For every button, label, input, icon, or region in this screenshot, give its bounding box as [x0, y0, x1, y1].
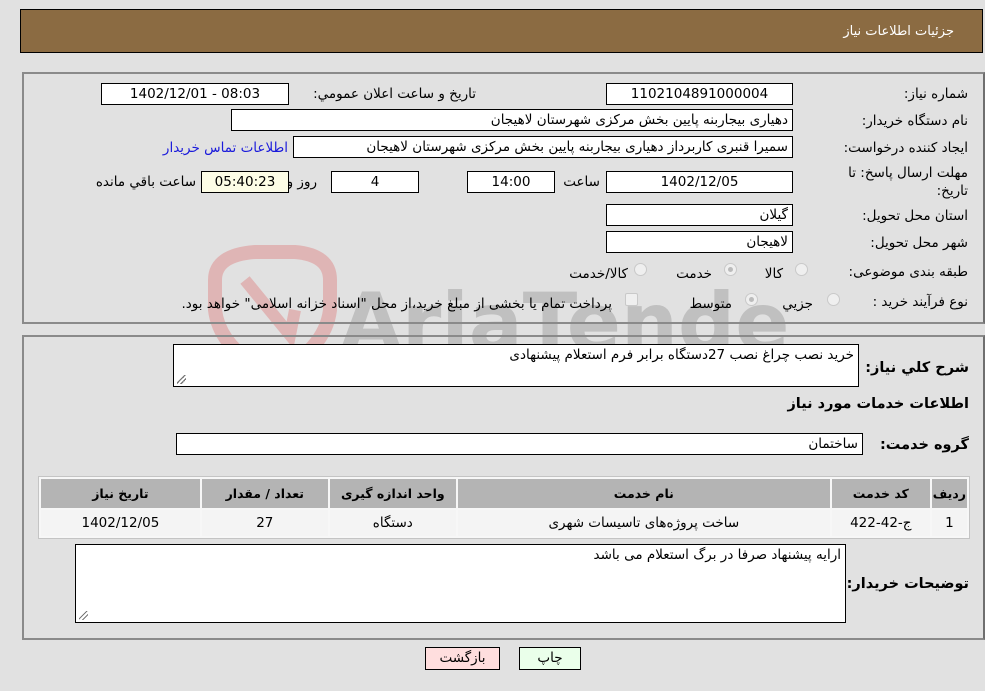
- days-remaining-field[interactable]: 4: [331, 171, 419, 193]
- province-label: استان محل تحویل:: [862, 208, 968, 224]
- purchase-option-minor: جزیي: [782, 296, 813, 312]
- buyer-org-field[interactable]: دهیاری بیجاربنه پایین بخش مرکزی شهرستان …: [231, 109, 793, 131]
- cell-quantity: 27: [201, 510, 328, 536]
- cell-unit: دستگاه: [329, 510, 456, 536]
- purchase-radio-medium[interactable]: [745, 293, 758, 306]
- deadline-date-field[interactable]: 1402/12/05: [606, 171, 793, 193]
- time-remaining-field: 05:40:23: [201, 171, 289, 193]
- service-group-label: گروه خدمت:: [879, 437, 969, 453]
- col-service-code: کد خدمت: [831, 479, 930, 508]
- time-remaining-label: ساعت باقي مانده: [95, 174, 196, 190]
- purchase-option-medium: متوسط: [689, 296, 732, 312]
- requester-label: ایجاد کننده درخواست:: [843, 140, 968, 156]
- category-label: طبقه بندی موضوعی:: [848, 264, 968, 280]
- days-label: روز و: [286, 174, 317, 190]
- back-button[interactable]: بازگشت: [425, 647, 500, 670]
- category-radio-goods-service[interactable]: [634, 263, 647, 276]
- category-option-goods: کالا: [764, 266, 783, 282]
- announce-datetime-field[interactable]: 1402/12/01 - 08:03: [101, 83, 289, 105]
- province-field[interactable]: گیلان: [606, 204, 793, 226]
- category-radio-goods[interactable]: [795, 263, 808, 276]
- need-number-field[interactable]: 1102104891000004: [606, 83, 793, 105]
- col-quantity: تعداد / مقدار: [201, 479, 328, 508]
- deadline-label: مهلت ارسال پاسخ: تا تاریخ:: [848, 165, 968, 199]
- table-row: 1 ج-42-422 ساخت پروژه‌های تاسیسات شهری د…: [41, 510, 967, 536]
- buyer-notes-textarea[interactable]: ارایه پیشنهاد صرفا در برگ استعلام می باش…: [75, 544, 846, 623]
- deadline-time-field[interactable]: 14:00: [467, 171, 555, 193]
- summary-label: شرح کلي نیاز:: [865, 360, 969, 376]
- resize-handle-icon[interactable]: [177, 375, 186, 384]
- services-section-title: اطلاعات خدمات مورد نیاز: [787, 396, 969, 412]
- col-unit: واحد اندازه گیری: [329, 479, 456, 508]
- services-table: ردیف کد خدمت نام خدمت واحد اندازه گیری ت…: [39, 477, 969, 538]
- city-field[interactable]: لاهیجان: [606, 231, 793, 253]
- requester-field[interactable]: سمیرا قنبری کاربرداز دهیاری بیجاربنه پای…: [293, 136, 793, 158]
- col-service-name: نام خدمت: [457, 479, 830, 508]
- need-number-label: شماره نیاز:: [903, 86, 968, 102]
- category-radio-service[interactable]: [724, 263, 737, 276]
- summary-text: خرید نصب چراغ نصب 27دستگاه برابر فرم است…: [509, 347, 854, 363]
- summary-textarea[interactable]: خرید نصب چراغ نصب 27دستگاه برابر فرم است…: [173, 344, 859, 387]
- treasury-checkbox-radio[interactable]: [625, 293, 638, 306]
- purchase-radio-minor[interactable]: [827, 293, 840, 306]
- announce-datetime-label: تاریخ و ساعت اعلان عمومي:: [313, 86, 476, 102]
- cell-need-date: 1402/12/05: [41, 510, 200, 536]
- cell-row-number: 1: [931, 510, 967, 536]
- buyer-notes-text: ارایه پیشنهاد صرفا در برگ استعلام می باش…: [593, 547, 841, 563]
- purchase-type-label: نوع فرآیند خرید :: [872, 294, 968, 310]
- category-option-goods-service: کالا/خدمت: [569, 266, 628, 282]
- resize-handle-icon[interactable]: [79, 611, 88, 620]
- buyer-notes-label: توضیحات خریدار:: [846, 576, 969, 592]
- service-group-field[interactable]: ساختمان: [176, 433, 863, 455]
- page-header: جزئیات اطلاعات نیاز: [20, 9, 983, 53]
- buyer-org-label: نام دستگاه خریدار:: [861, 113, 968, 129]
- col-row-number: ردیف: [931, 479, 967, 508]
- deadline-time-label: ساعت: [563, 174, 600, 190]
- col-need-date: تاریخ نیاز: [41, 479, 200, 508]
- cell-service-name: ساخت پروژه‌های تاسیسات شهری: [457, 510, 830, 536]
- treasury-bonds-note: پرداخت تمام یا بخشی از مبلغ خرید،از محل …: [181, 296, 612, 312]
- services-table-wrapper: ردیف کد خدمت نام خدمت واحد اندازه گیری ت…: [38, 476, 970, 539]
- category-option-service: خدمت: [676, 266, 712, 282]
- cell-service-code: ج-42-422: [831, 510, 930, 536]
- page-title: جزئیات اطلاعات نیاز: [843, 24, 954, 39]
- print-button[interactable]: چاپ: [519, 647, 581, 670]
- buyer-contact-link[interactable]: اطلاعات تماس خریدار: [163, 140, 288, 156]
- table-header-row: ردیف کد خدمت نام خدمت واحد اندازه گیری ت…: [41, 479, 967, 508]
- city-label: شهر محل تحویل:: [870, 235, 968, 251]
